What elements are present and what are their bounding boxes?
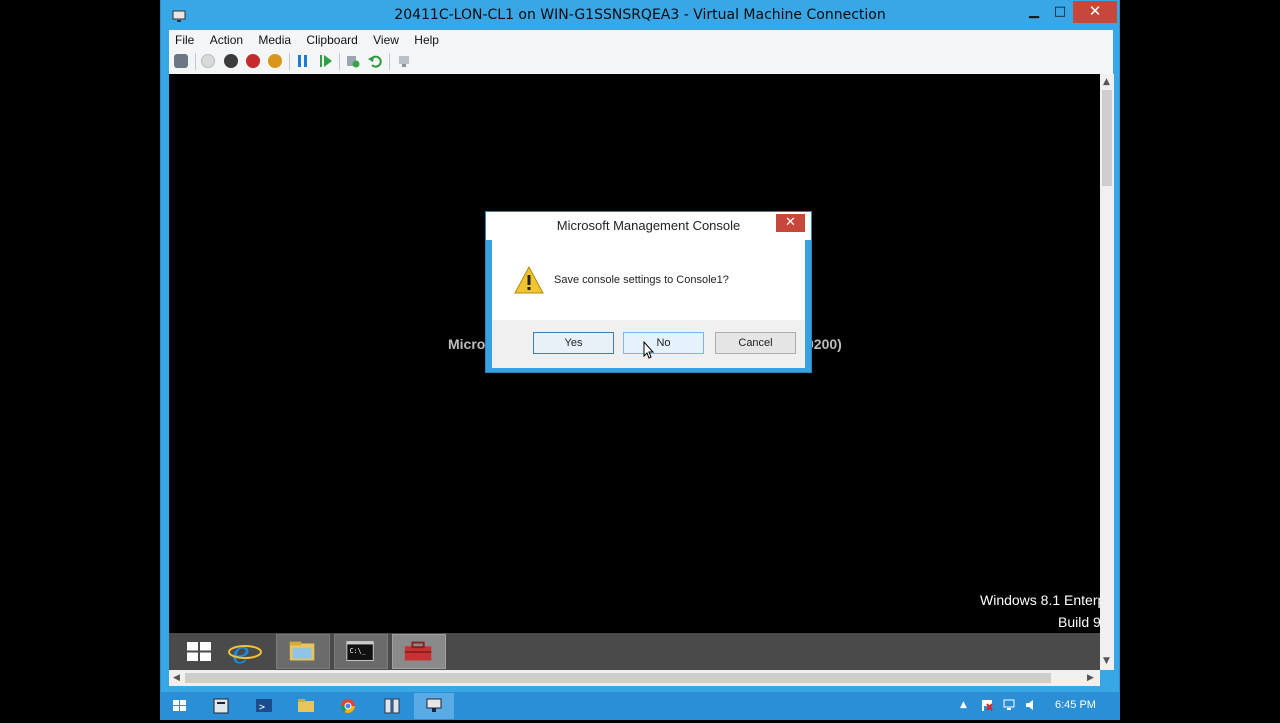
host-taskbar-server-manager[interactable] — [202, 693, 242, 719]
windows-build-watermark: Build 9 — [1058, 614, 1100, 630]
menu-action[interactable]: Action — [204, 30, 249, 47]
internet-explorer-icon: e — [228, 636, 262, 670]
resume-icon[interactable] — [319, 54, 333, 68]
cancel-button[interactable]: Cancel — [715, 332, 796, 354]
maximize-button[interactable]: □ — [1047, 1, 1073, 23]
ctrl-alt-del-icon[interactable] — [174, 54, 188, 68]
scroll-up-icon[interactable]: ▲ — [1103, 77, 1110, 87]
action-center-flag-icon[interactable] — [980, 698, 994, 712]
revert-icon[interactable] — [368, 54, 382, 68]
menu-bar: File Action Media Clipboard View Help — [169, 30, 1113, 49]
save-icon[interactable] — [268, 54, 282, 68]
host-start-button[interactable] — [160, 693, 200, 719]
menu-clipboard[interactable]: Clipboard — [300, 30, 363, 47]
save-console-dialog: Microsoft Management Console ✕ Save cons… — [485, 211, 812, 373]
file-explorer-icon — [289, 641, 315, 661]
minimize-button[interactable]: ▁ — [1021, 1, 1047, 23]
toolbar-separator — [195, 53, 196, 70]
host-taskbar-explorer[interactable] — [286, 693, 326, 719]
menu-file[interactable]: File — [169, 30, 200, 47]
vertical-scrollbar[interactable]: ▲ ▼ — [1100, 74, 1114, 670]
horizontal-scrollbar[interactable]: ◀ ▶ — [169, 670, 1100, 686]
hyperv-manager-icon — [384, 698, 400, 714]
command-prompt-icon: C:\_ — [346, 641, 374, 661]
guest-taskbar-ie[interactable]: e — [218, 634, 272, 670]
no-button[interactable]: No — [623, 332, 704, 354]
dialog-close-button[interactable]: ✕ — [776, 214, 805, 232]
pause-icon[interactable] — [296, 54, 310, 68]
guest-taskbar-explorer[interactable] — [276, 634, 330, 669]
toolbar-separator — [289, 53, 290, 70]
menu-view[interactable]: View — [367, 30, 405, 47]
host-taskbar-hyperv-manager[interactable] — [372, 693, 412, 719]
background-text: Micro — [448, 336, 486, 352]
vertical-scroll-thumb[interactable] — [1102, 90, 1112, 186]
guest-taskbar-mmc[interactable] — [392, 634, 446, 669]
dialog-body: Save console settings to Console1? — [492, 240, 805, 320]
volume-icon[interactable] — [1024, 698, 1038, 712]
powershell-icon: > — [256, 699, 272, 713]
dialog-message: Save console settings to Console1? — [554, 274, 729, 286]
horizontal-scroll-thumb[interactable] — [185, 673, 1051, 683]
windows-logo-icon — [173, 700, 186, 711]
scroll-right-icon[interactable]: ▶ — [1087, 673, 1094, 683]
window-title: 20411C-LON-CL1 on WIN-G1SSNSRQEA3 - Virt… — [394, 7, 886, 23]
close-button[interactable]: ✕ — [1073, 1, 1117, 23]
server-manager-icon — [213, 698, 229, 714]
mouse-cursor-icon — [643, 341, 655, 359]
yes-button[interactable]: Yes — [533, 332, 614, 354]
vm-connection-icon — [426, 698, 442, 712]
host-taskbar-vm-connection[interactable] — [414, 693, 454, 719]
host-taskbar: > ▲ 6:45 PM — [160, 692, 1120, 720]
dialog-title: Microsoft Management Console — [486, 212, 811, 240]
menu-media[interactable]: Media — [252, 30, 297, 47]
enhanced-session-icon[interactable] — [397, 54, 411, 68]
svg-text:e: e — [232, 636, 250, 669]
turn-off-icon[interactable] — [224, 54, 238, 68]
guest-taskbar-cmd[interactable]: C:\_ — [334, 634, 388, 669]
svg-text:>: > — [259, 702, 265, 713]
toolbar — [169, 49, 1113, 75]
toolbar-separator — [389, 53, 390, 70]
tray-overflow-icon[interactable]: ▲ — [960, 700, 974, 714]
file-explorer-icon — [298, 699, 314, 712]
toolbar-separator — [339, 53, 340, 70]
menu-help[interactable]: Help — [408, 30, 445, 47]
system-clock[interactable]: 6:45 PM — [1055, 699, 1096, 711]
svg-text:C:\_: C:\_ — [350, 647, 366, 655]
guest-taskbar: e C:\_ — [169, 633, 1100, 670]
scroll-down-icon[interactable]: ▼ — [1103, 656, 1110, 666]
checkpoint-icon[interactable] — [346, 54, 360, 68]
host-taskbar-powershell[interactable]: > — [244, 693, 284, 719]
toolbox-icon — [404, 641, 432, 661]
start-icon[interactable] — [201, 54, 215, 68]
warning-icon — [514, 266, 544, 294]
scroll-left-icon[interactable]: ◀ — [173, 673, 180, 683]
host-taskbar-chrome[interactable] — [328, 693, 368, 719]
shut-down-icon[interactable] — [246, 54, 260, 68]
chrome-icon — [341, 699, 355, 713]
network-icon[interactable] — [1002, 698, 1016, 712]
windows-edition-watermark: Windows 8.1 Enterp — [980, 592, 1100, 608]
